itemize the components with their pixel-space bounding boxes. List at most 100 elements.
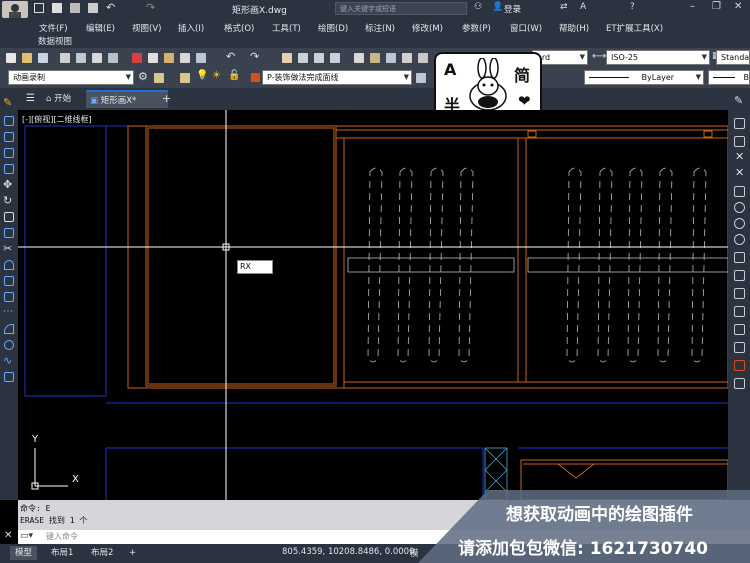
dynamic-input-text[interactable]: RX xyxy=(240,261,251,273)
tab-start[interactable]: ⌂ 开始 xyxy=(46,90,71,108)
menu-window[interactable]: 窗口(W) xyxy=(510,22,542,34)
menu-tools[interactable]: 工具(T) xyxy=(272,22,301,34)
snap-endpoint-icon[interactable] xyxy=(734,118,745,129)
new-icon[interactable] xyxy=(6,53,16,63)
snap-apparent-intersection-icon[interactable]: ✕ xyxy=(735,166,744,179)
menu-file[interactable]: 文件(F) xyxy=(39,22,68,34)
tab-model[interactable]: 模型 xyxy=(10,546,38,560)
cut-icon[interactable] xyxy=(132,53,142,63)
toolbar-redo-icon[interactable]: ↷ xyxy=(250,50,259,63)
3d-print-icon[interactable] xyxy=(108,53,118,63)
maximize-button[interactable]: ❐ xyxy=(712,1,721,12)
osnap-settings-icon[interactable] xyxy=(734,360,745,371)
construction-line-icon[interactable] xyxy=(4,132,14,142)
menu-parametric[interactable]: 参数(P) xyxy=(462,22,491,34)
snap-from-icon[interactable] xyxy=(734,378,745,389)
trim-icon[interactable]: ✂ xyxy=(3,242,12,255)
polygon-icon[interactable] xyxy=(4,164,14,174)
menu-express-tools[interactable]: ET扩展工具(X) xyxy=(606,22,663,34)
dim-style-dropdown[interactable]: ISO-25 ▼ xyxy=(606,50,710,65)
menu-dimension[interactable]: 标注(N) xyxy=(365,22,395,34)
add-layout-button[interactable]: + xyxy=(124,546,141,560)
match-properties-icon[interactable] xyxy=(180,53,190,63)
lightbulb-icon[interactable]: 💡 xyxy=(196,70,208,81)
region-icon[interactable] xyxy=(4,372,14,382)
help-icon[interactable]: ? xyxy=(630,2,635,12)
binoculars-icon[interactable]: ⚇ xyxy=(474,2,482,12)
menu-draw[interactable]: 绘图(D) xyxy=(318,22,348,34)
tool-palettes-icon[interactable] xyxy=(386,53,396,63)
spline-icon[interactable]: ∿ xyxy=(3,354,12,367)
tab-menu-icon[interactable]: ☰ xyxy=(26,90,35,108)
snap-quadrant-icon[interactable] xyxy=(734,218,745,229)
new-tab-button[interactable]: + xyxy=(162,90,171,108)
model-space-indicator[interactable]: 模 xyxy=(410,547,419,559)
workspace-dropdown[interactable]: 动画录制 ▼ xyxy=(8,70,134,85)
polyline-icon[interactable] xyxy=(4,148,14,158)
markup-icon[interactable] xyxy=(418,53,428,63)
app-logo[interactable] xyxy=(2,1,28,18)
snap-nearest-icon[interactable] xyxy=(734,324,745,335)
tab-drawing[interactable]: ▣ 矩形画X* xyxy=(86,90,168,108)
array-icon[interactable]: ⋯ xyxy=(3,306,13,317)
snap-perpendicular-icon[interactable] xyxy=(734,252,745,263)
snap-center-icon[interactable] xyxy=(734,202,745,213)
redo-icon[interactable]: ↷ xyxy=(146,1,155,14)
tab-layout1[interactable]: 布局1 xyxy=(46,546,78,560)
properties-icon[interactable] xyxy=(354,53,364,63)
snap-tangent-icon[interactable] xyxy=(734,234,745,245)
table-style-dropdown[interactable]: Standa xyxy=(716,50,750,65)
tab-layout2[interactable]: 布局2 xyxy=(86,546,118,560)
arc-icon[interactable] xyxy=(4,260,14,270)
hatch-icon[interactable] xyxy=(4,292,14,302)
zoom-previous-icon[interactable] xyxy=(330,53,340,63)
lock-icon[interactable]: 🔓 xyxy=(228,70,240,81)
open-file-icon[interactable] xyxy=(22,53,32,63)
sun-icon[interactable]: ☀ xyxy=(212,70,221,81)
rotate-icon[interactable]: ↻ xyxy=(3,194,12,207)
undo-icon[interactable]: ↶ xyxy=(106,1,115,14)
drawing-canvas[interactable]: [-][俯视][二维线框] RX Y X xyxy=(18,110,728,500)
search-input[interactable]: 键入关键字或短语 xyxy=(340,3,396,15)
save-icon[interactable] xyxy=(52,3,62,13)
open-icon[interactable] xyxy=(34,3,44,13)
save-as-icon[interactable] xyxy=(70,3,80,13)
save-file-icon[interactable] xyxy=(38,53,48,63)
sheet-set-icon[interactable] xyxy=(402,53,412,63)
zoom-realtime-icon[interactable] xyxy=(298,53,308,63)
login-button[interactable]: 登录 xyxy=(504,3,521,15)
workspace-settings-icon[interactable]: ⚙ xyxy=(138,70,148,83)
close-button[interactable]: ✕ xyxy=(734,1,742,12)
lineweight-dropdown[interactable]: By xyxy=(708,70,750,85)
snap-none-icon[interactable] xyxy=(734,342,745,353)
plot-icon[interactable] xyxy=(60,53,70,63)
pan-icon[interactable] xyxy=(282,53,292,63)
zoom-window-icon[interactable] xyxy=(314,53,324,63)
paste-icon[interactable] xyxy=(164,53,174,63)
a360-icon[interactable]: A xyxy=(580,2,586,12)
snap-node-icon[interactable] xyxy=(734,306,745,317)
plot-preview-icon[interactable] xyxy=(76,53,86,63)
rectangle-icon[interactable] xyxy=(4,228,14,238)
snap-midpoint-icon[interactable] xyxy=(734,136,745,147)
menu-view[interactable]: 视图(V) xyxy=(132,22,161,34)
toolbar-undo-icon[interactable]: ↶ xyxy=(226,50,235,63)
design-center-icon[interactable] xyxy=(370,53,380,63)
layer-properties-icon[interactable] xyxy=(154,73,164,83)
block-editor-icon[interactable] xyxy=(196,53,206,63)
circle-icon[interactable] xyxy=(4,340,14,350)
print-icon[interactable] xyxy=(88,3,98,13)
snap-parallel-icon[interactable] xyxy=(734,270,745,281)
snap-extension-icon[interactable] xyxy=(734,186,745,197)
dynamic-input-box[interactable]: RX xyxy=(237,260,273,274)
menu-insert[interactable]: 插入(I) xyxy=(178,22,204,34)
menu-data-view[interactable]: 数据视图 xyxy=(38,35,72,47)
menu-edit[interactable]: 编辑(E) xyxy=(86,22,115,34)
exchange-icon[interactable]: ⇄ xyxy=(560,2,568,12)
menu-help[interactable]: 帮助(H) xyxy=(559,22,589,34)
move-icon[interactable]: ✥ xyxy=(3,178,12,191)
copy-icon[interactable] xyxy=(148,53,158,63)
snap-intersection-icon[interactable]: ✕ xyxy=(735,150,744,163)
layer-dropdown[interactable]: P-装饰做法完成面线 ▼ xyxy=(262,70,412,85)
line-icon[interactable] xyxy=(4,116,14,126)
